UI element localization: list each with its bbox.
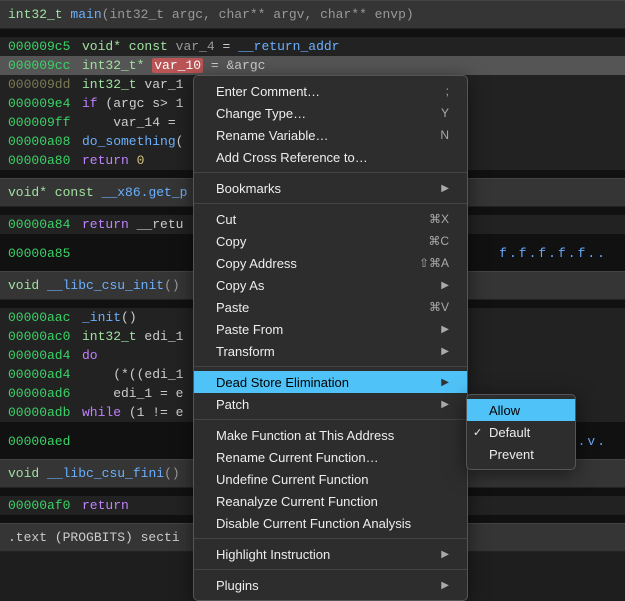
menu-item-transform[interactable]: Transform▶ <box>194 340 467 362</box>
menu-item-patch[interactable]: Patch▶ <box>194 393 467 415</box>
menu-item-copy-address[interactable]: Copy Address⇧⌘A <box>194 252 467 274</box>
menu-item-bookmarks[interactable]: Bookmarks▶ <box>194 177 467 199</box>
menu-item-make-function-at-this-address[interactable]: Make Function at This Address <box>194 424 467 446</box>
chevron-right-icon: ▶ <box>441 399 449 410</box>
menu-item-copy-as[interactable]: Copy As▶ <box>194 274 467 296</box>
chevron-right-icon: ▶ <box>441 580 449 591</box>
menu-item-highlight-instruction[interactable]: Highlight Instruction▶ <box>194 543 467 565</box>
menu-item-copy[interactable]: Copy⌘C <box>194 230 467 252</box>
address: 00000a80 <box>8 153 82 168</box>
code-line[interactable]: 000009ccint32_t* var_10 = &argc <box>0 56 625 75</box>
menu-item-dead-store-elimination[interactable]: Dead Store Elimination▶ <box>194 371 467 393</box>
menu-item-plugins[interactable]: Plugins▶ <box>194 574 467 596</box>
menu-separator <box>194 419 467 420</box>
chevron-right-icon: ▶ <box>441 324 449 335</box>
submenu-dead-store[interactable]: Allow✓DefaultPrevent <box>466 394 576 470</box>
menu-separator <box>194 203 467 204</box>
shortcut: ⌘V <box>429 300 449 314</box>
menu-item-cut[interactable]: Cut⌘X <box>194 208 467 230</box>
submenu-item-prevent[interactable]: Prevent <box>467 443 575 465</box>
chevron-right-icon: ▶ <box>441 346 449 357</box>
chevron-right-icon: ▶ <box>441 377 449 388</box>
menu-item-reanalyze-current-function[interactable]: Reanalyze Current Function <box>194 490 467 512</box>
shortcut: N <box>440 128 449 142</box>
menu-item-add-cross-reference-to[interactable]: Add Cross Reference to… <box>194 146 467 168</box>
address: 00000ac0 <box>8 329 82 344</box>
address: 000009ff <box>8 115 82 130</box>
menu-separator <box>194 538 467 539</box>
address: 00000a08 <box>8 134 82 149</box>
address: 00000adb <box>8 405 82 420</box>
chevron-right-icon: ▶ <box>441 549 449 560</box>
menu-item-undefine-current-function[interactable]: Undefine Current Function <box>194 468 467 490</box>
shortcut: ⇧⌘A <box>419 256 449 270</box>
menu-item-paste-from[interactable]: Paste From▶ <box>194 318 467 340</box>
chevron-right-icon: ▶ <box>441 183 449 194</box>
menu-item-disable-current-function-analysis[interactable]: Disable Current Function Analysis <box>194 512 467 534</box>
menu-separator <box>194 366 467 367</box>
address: 000009dd <box>8 77 82 92</box>
shortcut: ⌘C <box>428 234 449 248</box>
menu-item-change-type[interactable]: Change Type…Y <box>194 102 467 124</box>
menu-item-paste[interactable]: Paste⌘V <box>194 296 467 318</box>
address: 000009c5 <box>8 39 82 54</box>
code-line[interactable]: 000009c5void* const var_4 = __return_add… <box>0 37 625 56</box>
address: 00000ad4 <box>8 367 82 382</box>
shortcut: ; <box>446 84 449 98</box>
address: 000009e4 <box>8 96 82 111</box>
menu-item-rename-variable[interactable]: Rename Variable…N <box>194 124 467 146</box>
address: 00000aac <box>8 310 82 325</box>
function-signature-main: int32_t main(int32_t argc, char** argv, … <box>0 0 625 29</box>
address: 00000ad6 <box>8 386 82 401</box>
menu-separator <box>194 569 467 570</box>
menu-separator <box>194 172 467 173</box>
submenu-item-allow[interactable]: Allow <box>467 399 575 421</box>
address: 00000ad4 <box>8 348 82 363</box>
shortcut: Y <box>441 106 449 120</box>
menu-item-rename-current-function[interactable]: Rename Current Function… <box>194 446 467 468</box>
check-icon: ✓ <box>473 426 482 439</box>
context-menu[interactable]: Enter Comment…;Change Type…YRename Varia… <box>193 75 468 601</box>
submenu-item-default[interactable]: ✓Default <box>467 421 575 443</box>
chevron-right-icon: ▶ <box>441 280 449 291</box>
address: 000009cc <box>8 58 82 73</box>
menu-item-enter-comment[interactable]: Enter Comment…; <box>194 80 467 102</box>
shortcut: ⌘X <box>429 212 449 226</box>
